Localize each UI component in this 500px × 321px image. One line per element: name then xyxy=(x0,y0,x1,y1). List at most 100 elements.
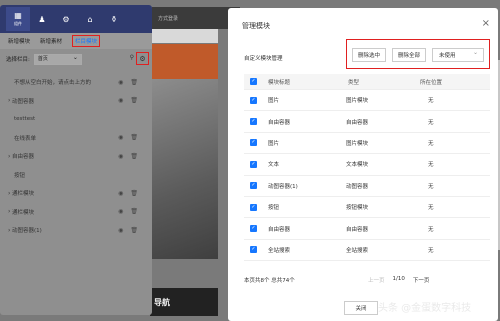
list-item[interactable]: 通栏模块 ◉ 🗑 xyxy=(0,184,152,203)
background-photo xyxy=(150,79,218,259)
shirt-icon[interactable]: ♟ xyxy=(30,7,54,31)
column-label: 选择栏目: xyxy=(6,57,30,63)
next-page-link[interactable]: 下一页 xyxy=(413,276,430,284)
cell-title: 文本 xyxy=(268,162,280,169)
bag-icon-glyph: ⚱ xyxy=(110,14,118,24)
list-item[interactable]: 不想从空白开始，请点击上方的 ◉ 🗑 xyxy=(0,73,152,92)
left-toolbar: ▦ 组件 ♟ ⚙ ⌂ ⚱ xyxy=(0,5,152,33)
bag-icon[interactable]: ⚱ xyxy=(102,7,126,31)
list-item-label: testtest xyxy=(14,116,36,123)
cell-position: 无 xyxy=(428,205,434,212)
delete-selected-button[interactable]: 删除选中 xyxy=(352,48,386,62)
grid-icon-glyph: ▦ xyxy=(14,11,22,20)
table-row[interactable]: ✓ 动图容器(1) 动图容器 无 xyxy=(244,176,490,197)
tab-add-module[interactable]: 新增模块 xyxy=(8,37,30,45)
list-item[interactable]: 在线表单 ◉ 🗑 xyxy=(0,129,152,148)
cell-title: 按钮 xyxy=(268,205,280,212)
table-row[interactable]: ✓ 文本 文本模块 无 xyxy=(244,154,490,176)
cell-type: 图片模块 xyxy=(346,98,369,105)
watermark: 头条 @金蛋数字科技 xyxy=(378,303,472,314)
row-checkbox[interactable]: ✓ xyxy=(250,203,257,211)
delete-all-button[interactable]: 删除全部 xyxy=(392,48,426,62)
table-row[interactable]: ✓ 全站搜索 全站搜索 无 xyxy=(244,240,490,262)
select-all-checkbox[interactable]: ✓ xyxy=(250,78,257,85)
list-item-label: 自由容器 xyxy=(12,154,35,161)
trash-icon[interactable]: 🗑 xyxy=(130,190,138,197)
pager-info: 本页共8个 总共74个 xyxy=(244,278,295,284)
header-position: 所在位置 xyxy=(420,79,443,86)
trash-icon[interactable]: 🗑 xyxy=(130,208,138,215)
cell-title: 自由容器 xyxy=(268,119,291,126)
row-checkbox[interactable]: ✓ xyxy=(250,246,257,254)
row-checkbox[interactable]: ✓ xyxy=(250,139,257,147)
page-indicator: 1/10 xyxy=(392,276,405,282)
module-list: 不想从空白开始，请点击上方的◉🗑 动图容器◉🗑 testtest 在线表单◉🗑 … xyxy=(0,73,152,240)
prev-page-link[interactable]: 上一页 xyxy=(368,276,385,284)
row-checkbox[interactable]: ✓ xyxy=(250,96,257,104)
trash-icon[interactable]: 🗑 xyxy=(130,153,138,160)
home-icon-glyph: ⌂ xyxy=(87,14,93,24)
table-row[interactable]: ✓ 自由容器 自由容器 无 xyxy=(244,218,490,240)
row-checkbox[interactable]: ✓ xyxy=(250,160,257,168)
eye-icon[interactable]: ◉ xyxy=(118,97,123,104)
header-title: 模块标题 xyxy=(268,79,291,86)
table-row[interactable]: ✓ 图片 图片模块 无 xyxy=(244,133,490,155)
cell-position: 无 xyxy=(428,247,434,254)
list-item[interactable]: 动图容器(1) ◉ 🗑 xyxy=(0,221,152,240)
background-topbar-text: 方式登录 xyxy=(158,16,179,22)
shirt-icon-glyph: ♟ xyxy=(38,14,46,24)
cell-type: 自由容器 xyxy=(346,119,369,126)
left-tabs: 新增模块 新增素材 栏目模块 xyxy=(0,33,152,49)
trash-icon[interactable]: 🗑 xyxy=(130,97,138,104)
home-icon[interactable]: ⌂ xyxy=(78,7,102,31)
cell-type: 动图容器 xyxy=(346,183,369,190)
eye-icon[interactable]: ◉ xyxy=(118,79,123,86)
search-icon[interactable]: ⚲ xyxy=(130,54,134,61)
cell-title: 自由容器 xyxy=(268,226,291,233)
list-item-label: 不想从空白开始，请点击上方的 xyxy=(14,80,92,87)
list-item-label: 动图容器 xyxy=(12,98,35,105)
eye-icon[interactable]: ◉ xyxy=(118,134,123,141)
background-strip xyxy=(150,29,218,43)
cell-position: 无 xyxy=(428,183,434,190)
row-checkbox[interactable]: ✓ xyxy=(250,118,257,126)
table-row[interactable]: ✓ 自由容器 自由容器 无 xyxy=(244,111,490,133)
grid-icon-label: 组件 xyxy=(14,21,22,26)
row-checkbox[interactable]: ✓ xyxy=(250,182,257,190)
list-item[interactable]: testtest xyxy=(0,110,152,129)
manage-modules-dialog: 管理模块 × 自定义模块管理 删除选中 删除全部 未使用 ✓ 模块标题 类型 所… xyxy=(228,8,498,321)
filter-unused-select[interactable]: 未使用 xyxy=(432,48,484,62)
close-button[interactable]: 关闭 xyxy=(344,301,378,315)
cell-title: 全站搜索 xyxy=(268,247,291,254)
trash-icon[interactable]: 🗑 xyxy=(130,79,138,86)
dialog-subtitle: 自定义模块管理 xyxy=(244,56,283,62)
grid-icon[interactable]: ▦ 组件 xyxy=(6,7,30,31)
cell-type: 全站搜索 xyxy=(346,247,369,254)
left-panel: ▦组件 ♟ ⚙ ⌂ ⚱ 新增模块 新增素材 栏目模块 选择栏目: 首页 ⚲ ⚙ … xyxy=(0,5,152,315)
cell-position: 无 xyxy=(428,98,434,105)
eye-icon[interactable]: ◉ xyxy=(118,190,123,197)
eye-icon[interactable]: ◉ xyxy=(118,208,123,215)
gear-icon-glyph: ⚙ xyxy=(62,14,70,24)
trash-icon[interactable]: 🗑 xyxy=(130,227,138,234)
eye-icon[interactable]: ◉ xyxy=(118,227,123,234)
gear-icon[interactable]: ⚙ xyxy=(54,7,78,31)
list-item[interactable]: 通栏模块 ◉ 🗑 xyxy=(0,203,152,222)
cell-title: 图片 xyxy=(268,98,280,105)
table-row[interactable]: ✓ 图片 图片模块 无 xyxy=(244,90,490,112)
table-row[interactable]: ✓ 按钮 按钮模块 无 xyxy=(244,197,490,219)
trash-icon[interactable]: 🗑 xyxy=(130,134,138,141)
row-checkbox[interactable]: ✓ xyxy=(250,225,257,233)
list-item[interactable]: 动图容器 ◉ 🗑 xyxy=(0,92,152,111)
list-item[interactable]: 按钮 xyxy=(0,166,152,185)
eye-icon[interactable]: ◉ xyxy=(118,153,123,160)
close-icon[interactable]: × xyxy=(482,18,490,29)
action-button-group: 删除选中 删除全部 未使用 xyxy=(346,39,490,69)
list-item[interactable]: 自由容器 ◉ 🗑 xyxy=(0,147,152,166)
cell-position: 无 xyxy=(428,140,434,147)
manage-gear-icon[interactable]: ⚙ xyxy=(136,52,149,65)
column-select[interactable]: 首页 xyxy=(33,53,82,65)
tab-add-material[interactable]: 新增素材 xyxy=(40,37,62,45)
cell-type: 按钮模块 xyxy=(346,205,369,212)
tab-column-module[interactable]: 栏目模块 xyxy=(72,35,101,47)
